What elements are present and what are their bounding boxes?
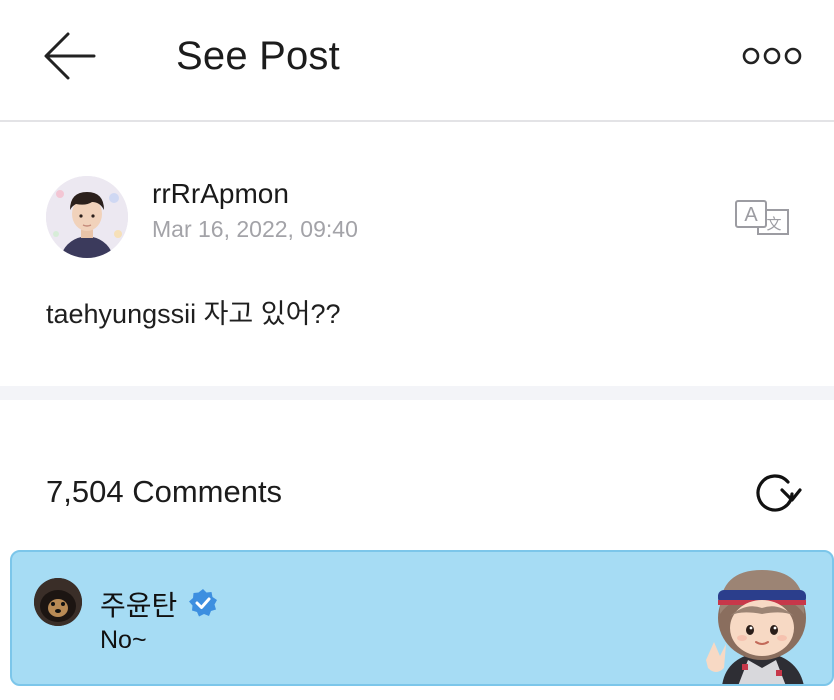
- section-divider: [0, 386, 834, 400]
- commenter-name[interactable]: 주윤탄: [100, 584, 177, 624]
- verified-badge-icon: [188, 588, 218, 618]
- translate-button[interactable]: A 文: [734, 198, 792, 238]
- top-bar: See Post: [0, 0, 834, 122]
- page-title: See Post: [176, 34, 340, 78]
- more-dots-icon: [742, 47, 802, 65]
- back-button[interactable]: [40, 30, 100, 82]
- commenter-avatar[interactable]: [34, 578, 82, 626]
- svg-text:A: A: [744, 204, 758, 226]
- author-name[interactable]: rrRrApmon: [152, 178, 289, 210]
- translate-icon: A 文: [735, 200, 789, 235]
- comment-item[interactable]: 주윤탄 No~: [10, 550, 834, 686]
- post-timestamp: Mar 16, 2022, 09:40: [152, 216, 358, 242]
- svg-text:文: 文: [766, 215, 781, 233]
- comments-count: 7,504 Comments: [46, 474, 283, 509]
- comment-text: No~: [100, 626, 147, 654]
- character-sticker: [692, 556, 832, 684]
- more-options-button[interactable]: [740, 42, 804, 70]
- comments-header: 7,504 Comments: [0, 400, 834, 550]
- arrow-left-icon: [44, 32, 96, 80]
- refresh-icon: [756, 474, 802, 512]
- post-body: taehyungssii 자고 있어??: [46, 299, 341, 329]
- refresh-button[interactable]: [748, 468, 802, 514]
- post-card: rrRrApmon Mar 16, 2022, 09:40 A 文 taehyu…: [0, 124, 834, 386]
- author-avatar[interactable]: [46, 176, 128, 258]
